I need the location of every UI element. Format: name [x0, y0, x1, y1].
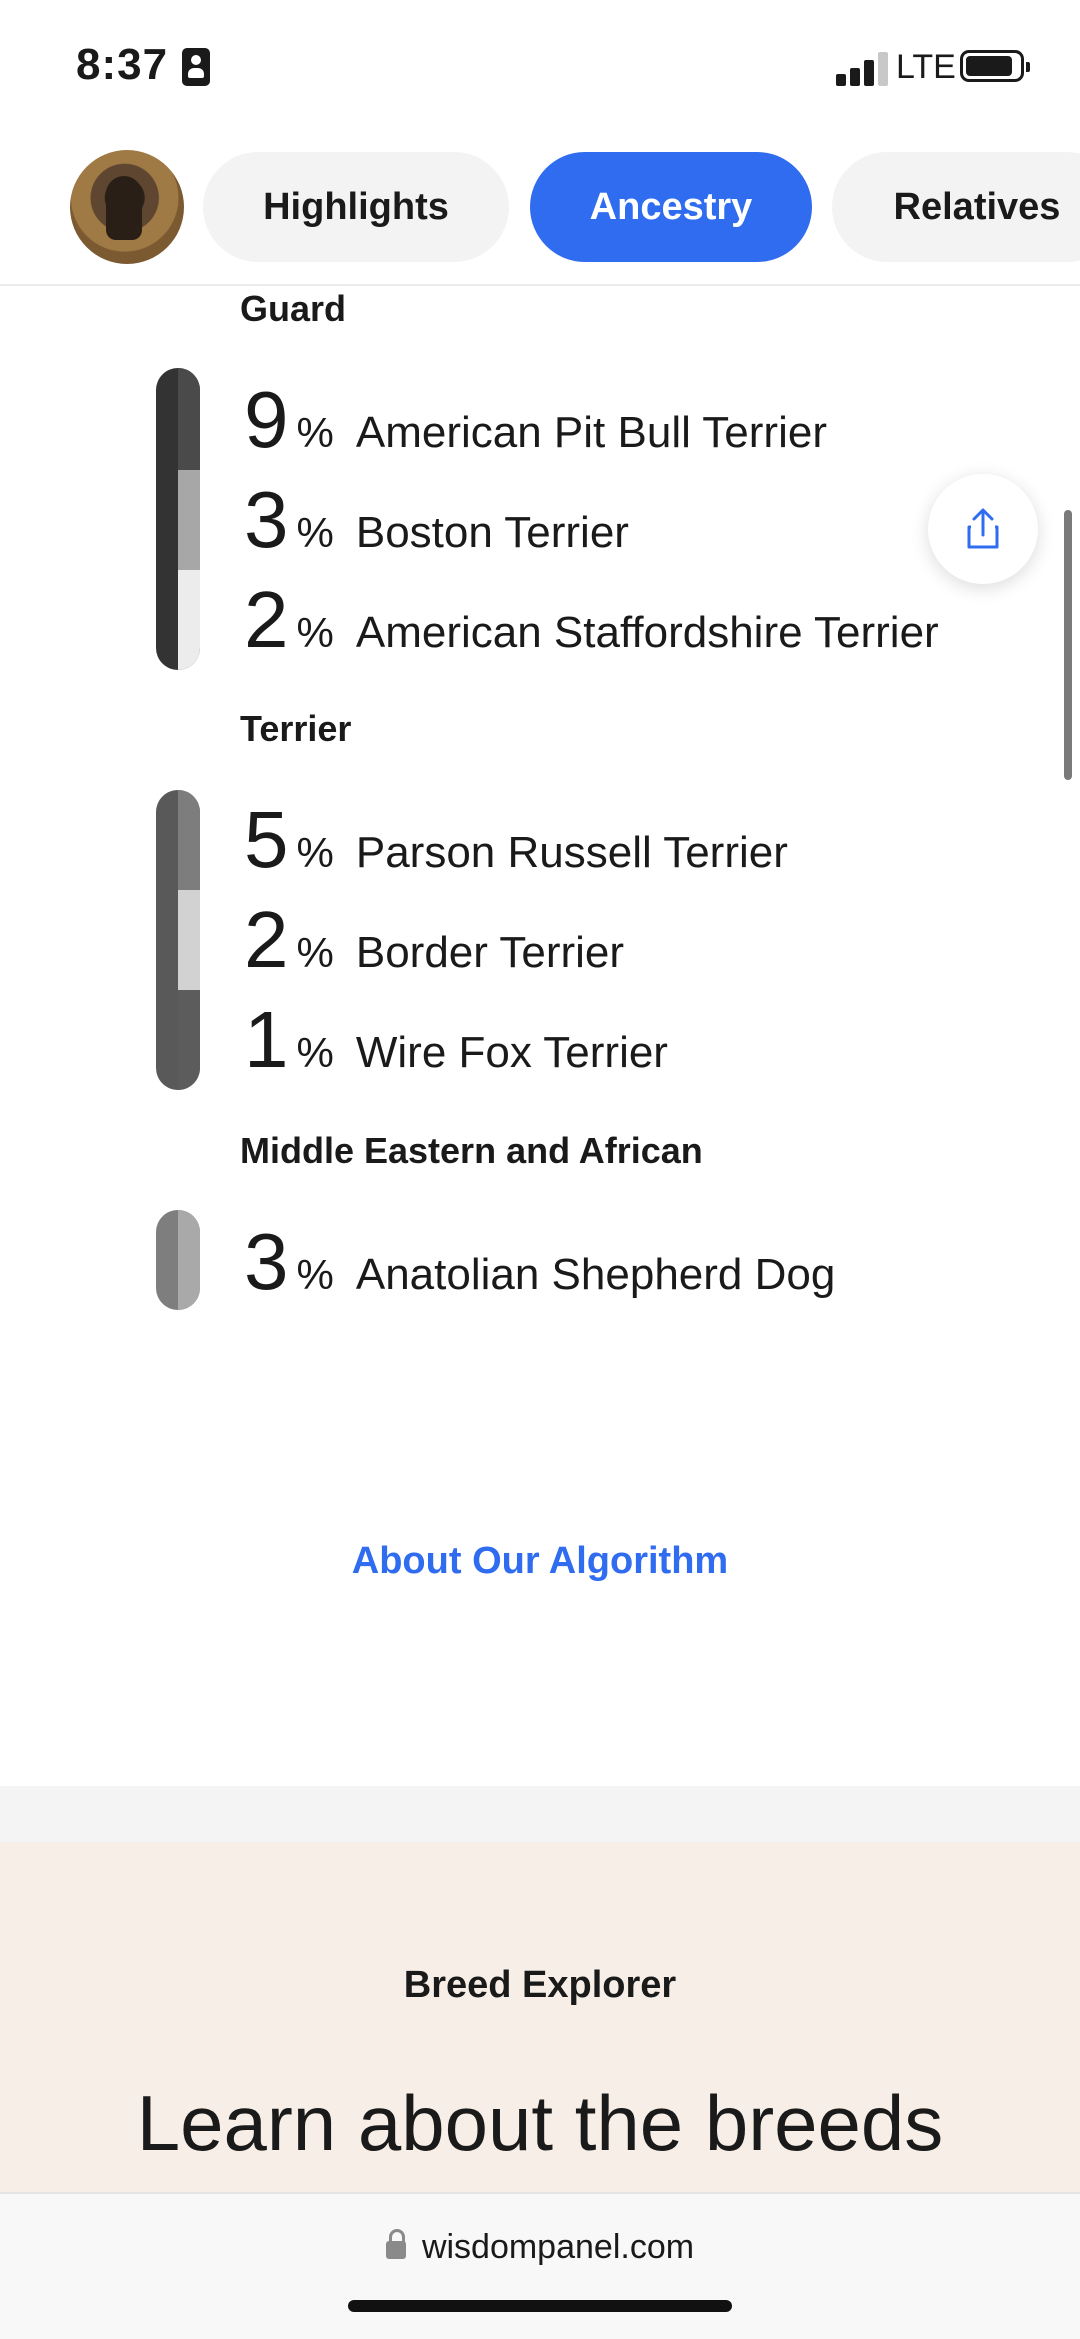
percent-symbol: % — [296, 409, 334, 456]
breed-explorer-section: Breed Explorer Learn about the breeds — [0, 1842, 1080, 2192]
ancestry-bar-terrier — [156, 790, 200, 1090]
ancestry-bar-middle-eastern-african — [156, 1210, 200, 1310]
breed-percent: 9 — [244, 375, 289, 464]
breed-name: Anatolian Shepherd Dog — [355, 1250, 836, 1299]
share-button[interactable] — [928, 474, 1038, 584]
breed-row: 1 % Wire Fox Terrier — [244, 1000, 668, 1080]
breed-name: Parson Russell Terrier — [355, 828, 788, 877]
group-title-guard: Guard — [240, 288, 347, 329]
percent-symbol: % — [296, 509, 334, 556]
breed-name: American Pit Bull Terrier — [355, 408, 827, 457]
breed-percent: 2 — [244, 895, 289, 984]
group-title-middle-eastern-african: Middle Eastern and African — [240, 1130, 703, 1171]
breed-row: 3 % Boston Terrier — [244, 480, 629, 560]
browser-url-bar[interactable]: wisdompanel.com — [0, 2192, 1080, 2339]
breed-percent: 5 — [244, 795, 289, 884]
section-divider — [0, 1786, 1080, 1842]
breed-percent: 2 — [244, 575, 289, 664]
url-text: wisdompanel.com — [421, 2228, 695, 2266]
contact-card-icon — [182, 48, 210, 86]
scrollbar[interactable] — [1064, 510, 1072, 780]
percent-symbol: % — [296, 1251, 334, 1298]
network-type: LTE — [896, 48, 956, 86]
tab-navigation: Highlights Ancestry Relatives — [0, 130, 1080, 286]
share-icon — [967, 508, 999, 549]
breed-percent: 3 — [244, 475, 289, 564]
url-display[interactable]: wisdompanel.com — [0, 2228, 1080, 2267]
breed-name: Border Terrier — [355, 928, 625, 977]
home-indicator[interactable] — [348, 2300, 732, 2312]
battery-icon — [960, 50, 1030, 82]
breed-row: 2 % Border Terrier — [244, 900, 624, 980]
breed-row: 2 % American Staffordshire Terrier — [244, 580, 939, 660]
ancestry-bar-guard — [156, 368, 200, 670]
dog-avatar[interactable] — [70, 150, 184, 264]
breed-row: 5 % Parson Russell Terrier — [244, 800, 788, 880]
breed-name: Wire Fox Terrier — [355, 1028, 668, 1077]
group-title-terrier: Terrier — [240, 708, 352, 749]
status-bar: 8:37 LTE — [0, 0, 1080, 130]
breed-explorer-label: Breed Explorer — [403, 1964, 677, 2006]
breed-explorer-heading: Learn about the breeds — [136, 2079, 944, 2167]
tab-ancestry[interactable]: Ancestry — [530, 152, 812, 262]
lock-icon — [385, 2229, 406, 2259]
percent-symbol: % — [296, 829, 334, 876]
percent-symbol: % — [296, 1029, 334, 1076]
percent-symbol: % — [296, 929, 334, 976]
tab-highlights[interactable]: Highlights — [203, 152, 509, 262]
percent-symbol: % — [296, 609, 334, 656]
status-time: 8:37 — [76, 40, 169, 89]
cellular-signal-icon — [836, 52, 890, 86]
about-algorithm-link[interactable]: About Our Algorithm — [0, 1540, 1080, 1583]
breed-row: 3 % Anatolian Shepherd Dog — [244, 1222, 835, 1302]
breed-name: Boston Terrier — [355, 508, 629, 557]
tab-relatives[interactable]: Relatives — [832, 152, 1080, 262]
breed-row: 9 % American Pit Bull Terrier — [244, 380, 827, 460]
breed-percent: 1 — [244, 995, 289, 1084]
breed-name: American Staffordshire Terrier — [355, 608, 939, 657]
breed-percent: 3 — [244, 1217, 289, 1306]
